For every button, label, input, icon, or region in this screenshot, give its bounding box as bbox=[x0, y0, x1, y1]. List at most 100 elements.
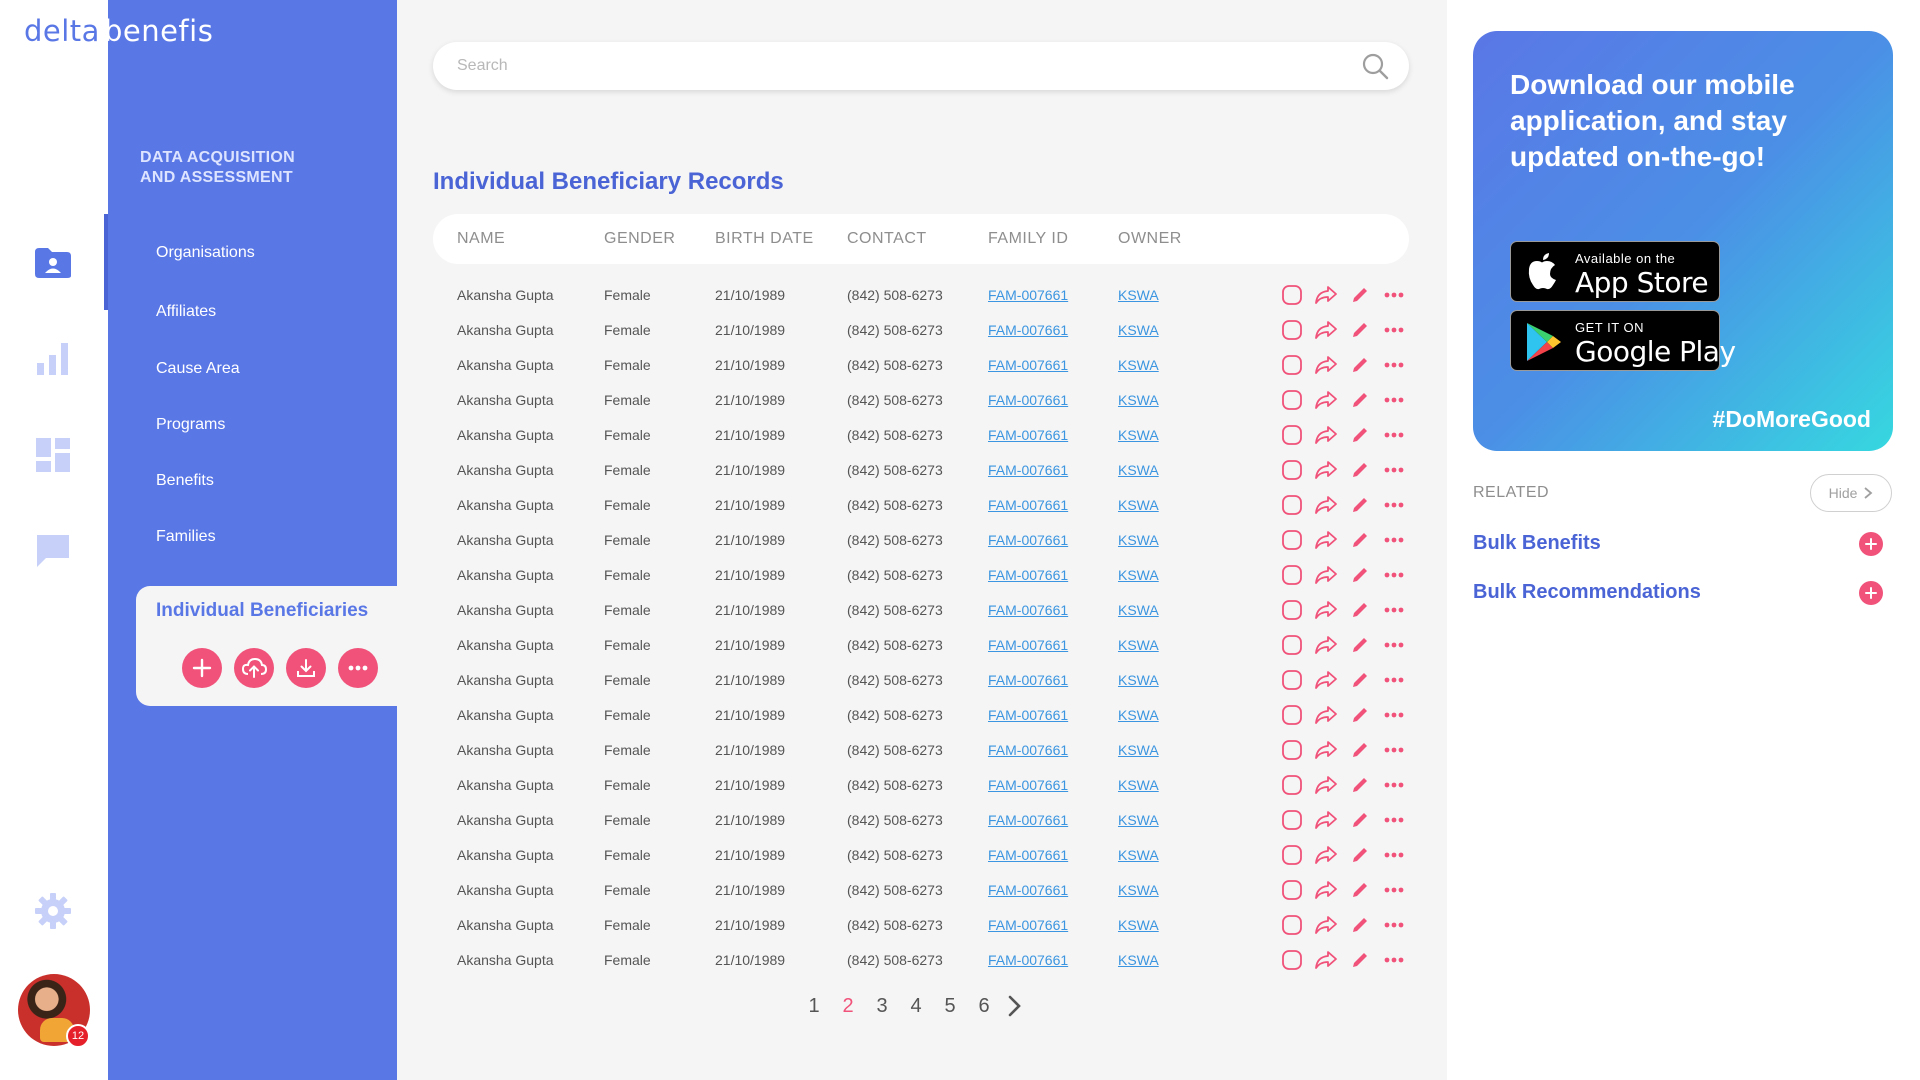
row-checkbox[interactable] bbox=[1275, 283, 1309, 307]
row-checkbox[interactable] bbox=[1275, 528, 1309, 552]
add-bulk-benefits-button[interactable] bbox=[1859, 532, 1883, 556]
row-checkbox[interactable] bbox=[1275, 493, 1309, 517]
row-checkbox[interactable] bbox=[1275, 878, 1309, 902]
cell-owner[interactable]: KSWA bbox=[1118, 917, 1159, 933]
page-5[interactable]: 5 bbox=[933, 995, 967, 1018]
cell-owner[interactable]: KSWA bbox=[1118, 497, 1159, 513]
download-button[interactable] bbox=[286, 648, 326, 688]
more-icon[interactable] bbox=[1377, 703, 1411, 727]
related-link-bulk-benefits[interactable]: Bulk Benefits bbox=[1473, 532, 1601, 555]
more-icon[interactable] bbox=[1377, 493, 1411, 517]
gear-icon[interactable] bbox=[30, 888, 76, 934]
edit-icon[interactable] bbox=[1343, 913, 1377, 937]
edit-icon[interactable] bbox=[1343, 318, 1377, 342]
cell-owner[interactable]: KSWA bbox=[1118, 882, 1159, 898]
edit-icon[interactable] bbox=[1343, 843, 1377, 867]
share-icon[interactable] bbox=[1309, 948, 1343, 972]
related-link-bulk-recommendations[interactable]: Bulk Recommendations bbox=[1473, 581, 1701, 604]
bar-chart-icon[interactable] bbox=[30, 336, 76, 382]
share-icon[interactable] bbox=[1309, 423, 1343, 447]
cell-family-id[interactable]: FAM-007661 bbox=[988, 427, 1068, 443]
add-button[interactable] bbox=[182, 648, 222, 688]
cell-owner[interactable]: KSWA bbox=[1118, 707, 1159, 723]
cell-owner[interactable]: KSWA bbox=[1118, 287, 1159, 303]
edit-icon[interactable] bbox=[1343, 738, 1377, 762]
share-icon[interactable] bbox=[1309, 843, 1343, 867]
share-icon[interactable] bbox=[1309, 353, 1343, 377]
row-checkbox[interactable] bbox=[1275, 598, 1309, 622]
row-checkbox[interactable] bbox=[1275, 633, 1309, 657]
nav-item-organisations[interactable]: Organisations bbox=[156, 244, 255, 262]
edit-icon[interactable] bbox=[1343, 458, 1377, 482]
edit-icon[interactable] bbox=[1343, 598, 1377, 622]
page-2[interactable]: 2 bbox=[831, 995, 865, 1018]
folder-user-icon[interactable] bbox=[30, 240, 76, 286]
edit-icon[interactable] bbox=[1343, 283, 1377, 307]
cell-family-id[interactable]: FAM-007661 bbox=[988, 602, 1068, 618]
page-4[interactable]: 4 bbox=[899, 995, 933, 1018]
cell-owner[interactable]: KSWA bbox=[1118, 427, 1159, 443]
cell-family-id[interactable]: FAM-007661 bbox=[988, 497, 1068, 513]
row-checkbox[interactable] bbox=[1275, 843, 1309, 867]
cell-owner[interactable]: KSWA bbox=[1118, 392, 1159, 408]
more-icon[interactable] bbox=[1377, 843, 1411, 867]
cell-family-id[interactable]: FAM-007661 bbox=[988, 392, 1068, 408]
row-checkbox[interactable] bbox=[1275, 808, 1309, 832]
brand-logo[interactable]: delta benefis bbox=[24, 14, 213, 48]
edit-icon[interactable] bbox=[1343, 493, 1377, 517]
page-6[interactable]: 6 bbox=[967, 995, 1001, 1018]
page-3[interactable]: 3 bbox=[865, 995, 899, 1018]
chat-icon[interactable] bbox=[30, 528, 76, 574]
share-icon[interactable] bbox=[1309, 808, 1343, 832]
share-icon[interactable] bbox=[1309, 598, 1343, 622]
share-icon[interactable] bbox=[1309, 318, 1343, 342]
more-icon[interactable] bbox=[1377, 773, 1411, 797]
more-icon[interactable] bbox=[1377, 318, 1411, 342]
column-header-name[interactable]: NAME bbox=[457, 230, 505, 248]
cell-owner[interactable]: KSWA bbox=[1118, 812, 1159, 828]
share-icon[interactable] bbox=[1309, 633, 1343, 657]
share-icon[interactable] bbox=[1309, 388, 1343, 412]
cell-family-id[interactable]: FAM-007661 bbox=[988, 847, 1068, 863]
upload-button[interactable] bbox=[234, 648, 274, 688]
more-icon[interactable] bbox=[1377, 563, 1411, 587]
nav-item-individual-beneficiaries[interactable]: Individual Beneficiaries bbox=[136, 586, 398, 706]
edit-icon[interactable] bbox=[1343, 948, 1377, 972]
google-play-button[interactable]: GET IT ON Google Play bbox=[1510, 310, 1736, 371]
cell-family-id[interactable]: FAM-007661 bbox=[988, 462, 1068, 478]
column-header-gender[interactable]: GENDER bbox=[604, 230, 675, 248]
edit-icon[interactable] bbox=[1343, 668, 1377, 692]
page-1[interactable]: 1 bbox=[797, 995, 831, 1018]
share-icon[interactable] bbox=[1309, 563, 1343, 587]
more-options-button[interactable] bbox=[338, 648, 378, 688]
more-icon[interactable] bbox=[1377, 808, 1411, 832]
cell-owner[interactable]: KSWA bbox=[1118, 847, 1159, 863]
cell-owner[interactable]: KSWA bbox=[1118, 742, 1159, 758]
share-icon[interactable] bbox=[1309, 703, 1343, 727]
hide-related-button[interactable]: Hide bbox=[1810, 474, 1892, 512]
add-bulk-recommendations-button[interactable] bbox=[1859, 581, 1883, 605]
row-checkbox[interactable] bbox=[1275, 703, 1309, 727]
edit-icon[interactable] bbox=[1343, 808, 1377, 832]
more-icon[interactable] bbox=[1377, 633, 1411, 657]
more-icon[interactable] bbox=[1377, 353, 1411, 377]
cell-family-id[interactable]: FAM-007661 bbox=[988, 287, 1068, 303]
more-icon[interactable] bbox=[1377, 458, 1411, 482]
next-page-icon[interactable] bbox=[1007, 994, 1023, 1018]
cell-owner[interactable]: KSWA bbox=[1118, 777, 1159, 793]
cell-family-id[interactable]: FAM-007661 bbox=[988, 357, 1068, 373]
row-checkbox[interactable] bbox=[1275, 318, 1309, 342]
column-header-family-id[interactable]: FAMILY ID bbox=[988, 230, 1068, 248]
more-icon[interactable] bbox=[1377, 913, 1411, 937]
cell-owner[interactable]: KSWA bbox=[1118, 357, 1159, 373]
column-header-contact[interactable]: CONTACT bbox=[847, 230, 927, 248]
cell-family-id[interactable]: FAM-007661 bbox=[988, 707, 1068, 723]
cell-family-id[interactable]: FAM-007661 bbox=[988, 322, 1068, 338]
row-checkbox[interactable] bbox=[1275, 773, 1309, 797]
column-header-birth-date[interactable]: BIRTH DATE bbox=[715, 230, 814, 248]
cell-family-id[interactable]: FAM-007661 bbox=[988, 882, 1068, 898]
edit-icon[interactable] bbox=[1343, 878, 1377, 902]
more-icon[interactable] bbox=[1377, 528, 1411, 552]
cell-family-id[interactable]: FAM-007661 bbox=[988, 637, 1068, 653]
more-icon[interactable] bbox=[1377, 283, 1411, 307]
